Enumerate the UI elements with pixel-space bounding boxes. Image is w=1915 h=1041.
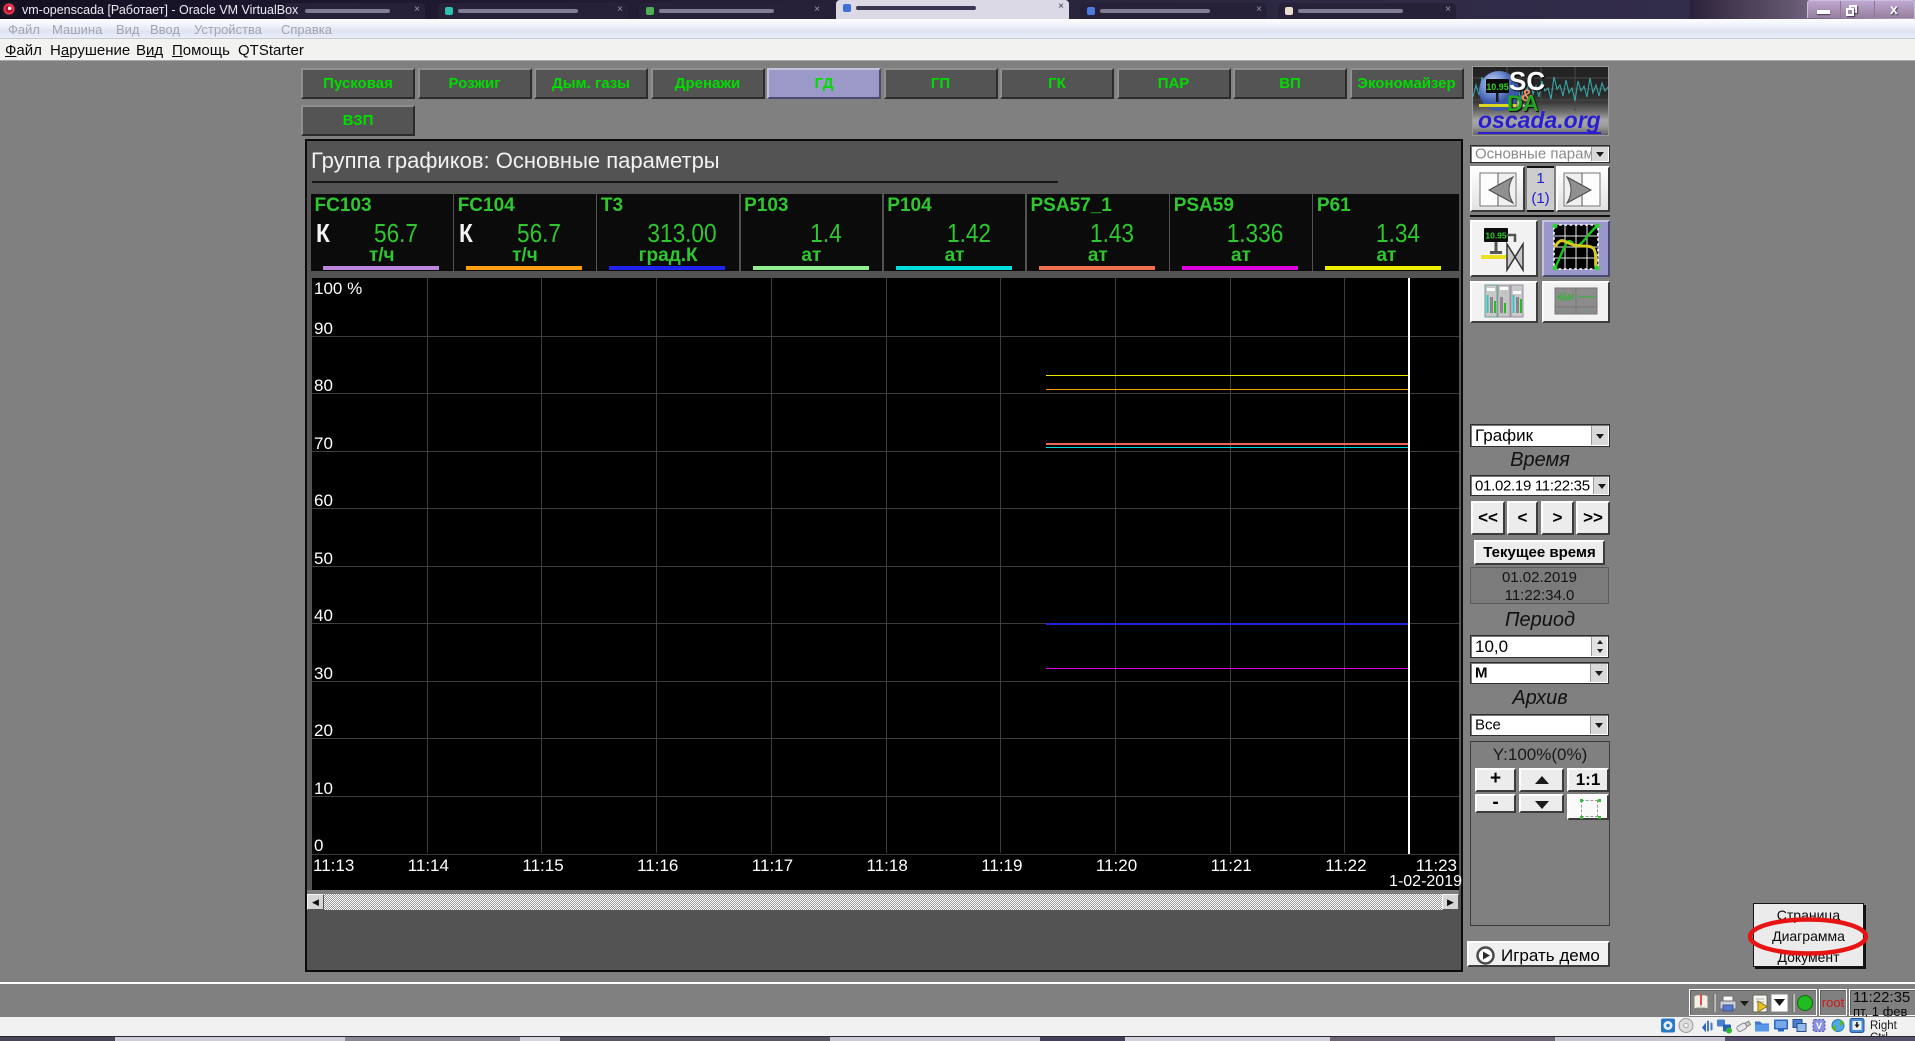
svg-text:--: --	[1563, 309, 1567, 315]
svg-text:10.95: 10.95	[1486, 82, 1509, 92]
svg-text:10.95: 10.95	[1485, 231, 1507, 241]
svg-text:--: --	[1585, 309, 1589, 315]
svg-text:V: V	[1816, 1021, 1822, 1031]
